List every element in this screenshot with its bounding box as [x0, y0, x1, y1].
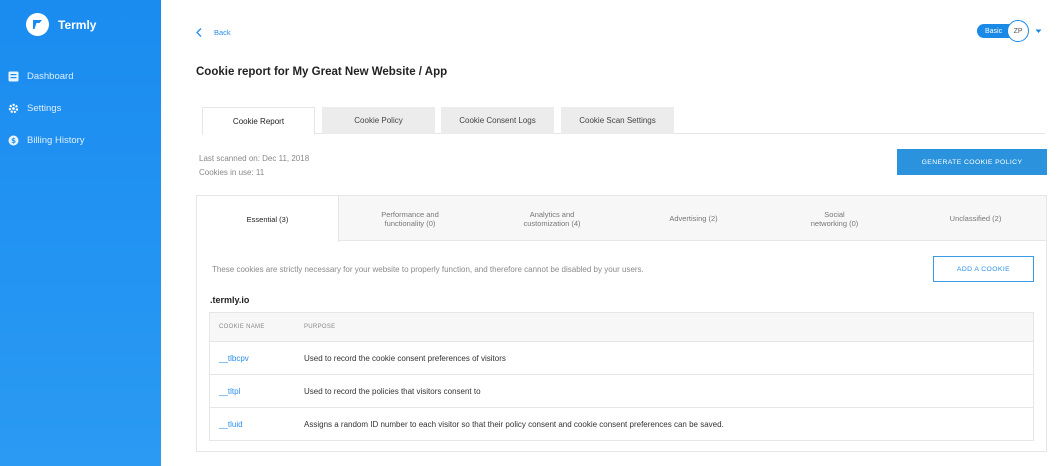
sidebar-nav: Dashboard Settings $ Billing History — [8, 60, 158, 156]
chevron-down-icon[interactable] — [1035, 29, 1042, 34]
category-tabs: Essential (3) Performance and functional… — [197, 196, 1046, 242]
category-tab-label: Analytics and — [529, 209, 575, 219]
dashboard-icon — [8, 71, 19, 82]
add-cookie-button[interactable]: ADD A COOKIE — [933, 256, 1034, 282]
sidebar-item-dashboard[interactable]: Dashboard — [8, 60, 158, 92]
back-link[interactable]: Back — [196, 28, 231, 37]
table-row: __tluid Assigns a random ID number to ea… — [210, 407, 1033, 440]
tab-cookie-policy[interactable]: Cookie Policy — [322, 107, 435, 134]
back-label: Back — [214, 28, 231, 37]
category-tab-label-2: functionality (0) — [384, 218, 436, 228]
sidebar-item-billing-history[interactable]: $ Billing History — [8, 124, 158, 156]
cookie-name-link[interactable]: __tltpl — [210, 387, 304, 396]
termly-logo-icon — [26, 13, 49, 36]
category-tab-label: Performance and — [381, 209, 439, 219]
table-row: __tltpl Used to record the policies that… — [210, 374, 1033, 407]
cookie-purpose: Used to record the policies that visitor… — [304, 386, 481, 396]
tab-cookie-scan-settings[interactable]: Cookie Scan Settings — [561, 107, 674, 134]
sidebar-item-label: Dashboard — [27, 70, 74, 82]
cookie-domain: .termly.io — [210, 295, 250, 305]
category-tab-label: Social — [824, 209, 845, 219]
column-header-purpose: PURPOSE — [304, 324, 336, 330]
scan-info: Last scanned on: Dec 11, 2018 Cookies in… — [199, 152, 309, 180]
cookie-purpose: Used to record the cookie consent prefer… — [304, 353, 506, 363]
chevron-left-icon — [196, 28, 202, 37]
tab-cookie-report[interactable]: Cookie Report — [202, 107, 315, 135]
category-tab-label-2: networking (0) — [810, 218, 859, 228]
tab-cookie-consent-logs[interactable]: Cookie Consent Logs — [441, 107, 554, 134]
category-tab-label: Essential (3) — [246, 214, 289, 224]
category-tab-advertising[interactable]: Advertising (2) — [623, 196, 764, 241]
category-tab-unclassified[interactable]: Unclassified (2) — [905, 196, 1046, 241]
category-tab-label: Unclassified (2) — [949, 214, 1002, 223]
cookies-in-use-text: Cookies in use: 11 — [199, 168, 265, 177]
column-header-cookie-name: COOKIE NAME — [219, 324, 265, 330]
category-tab-social-networking[interactable]: Social networking (0) — [764, 196, 905, 241]
cookie-table: COOKIE NAME PURPOSE __tlbcpv Used to rec… — [209, 312, 1034, 441]
main-tabs: Cookie Report Cookie Policy Cookie Conse… — [202, 107, 1045, 135]
cookie-category-panel: Essential (3) Performance and functional… — [196, 195, 1047, 452]
sidebar-item-label: Billing History — [27, 134, 85, 146]
cookie-purpose: Assigns a random ID number to each visit… — [304, 419, 724, 429]
category-tab-analytics[interactable]: Analytics and customization (4) — [481, 196, 623, 241]
category-description: These cookies are strictly necessary for… — [212, 265, 644, 274]
sidebar: Termly Dashboard Settings $ Billing Hist… — [0, 0, 161, 466]
avatar[interactable]: ZP — [1007, 20, 1030, 42]
cookie-name-link[interactable]: __tluid — [210, 420, 304, 429]
account-menu[interactable]: Basic ZP — [977, 20, 1042, 42]
generate-cookie-policy-button[interactable]: GENERATE COOKIE POLICY — [897, 149, 1047, 175]
sidebar-item-settings[interactable]: Settings — [8, 92, 158, 124]
gear-icon — [8, 103, 19, 114]
brand[interactable]: Termly — [26, 13, 96, 36]
svg-text:$: $ — [11, 137, 16, 145]
brand-name: Termly — [58, 17, 97, 32]
app-root: Termly Dashboard Settings $ Billing Hist… — [0, 0, 1060, 466]
category-tab-performance[interactable]: Performance and functionality (0) — [339, 196, 481, 241]
category-tab-essential[interactable]: Essential (3) — [197, 196, 339, 242]
category-tab-label-2: customization (4) — [523, 218, 581, 228]
cookie-name-link[interactable]: __tlbcpv — [210, 354, 304, 363]
last-scanned-text: Last scanned on: Dec 11, 2018 — [199, 154, 310, 163]
category-tab-label: Advertising (2) — [669, 214, 718, 223]
sidebar-item-label: Settings — [27, 102, 62, 114]
table-header: COOKIE NAME PURPOSE — [210, 313, 1033, 341]
dollar-icon: $ — [8, 135, 19, 146]
page-title: Cookie report for My Great New Website /… — [196, 66, 448, 78]
table-row: __tlbcpv Used to record the cookie conse… — [210, 341, 1033, 374]
